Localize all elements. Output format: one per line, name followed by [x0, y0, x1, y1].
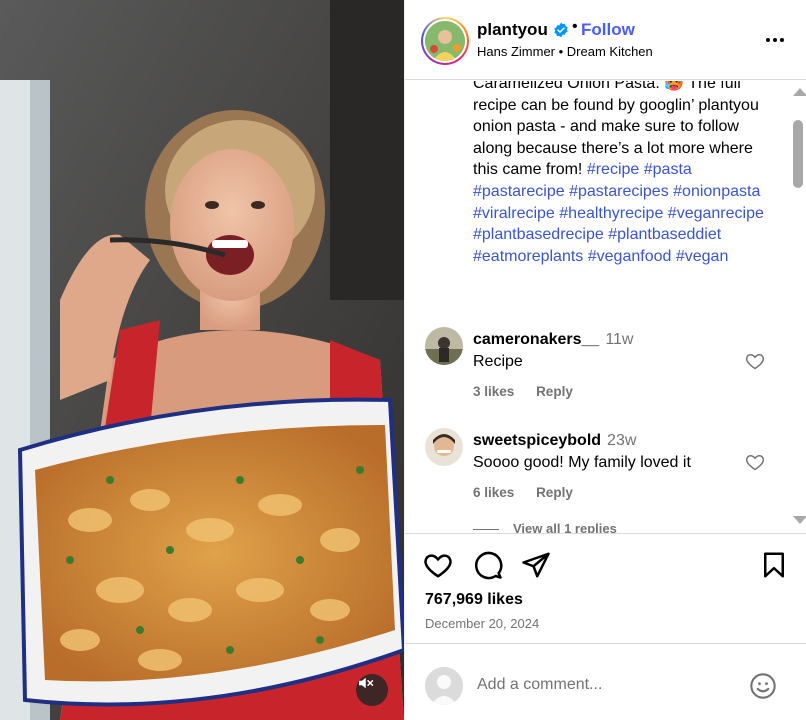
author-username[interactable]: plantyou	[477, 20, 548, 40]
verified-badge-icon	[553, 22, 569, 43]
hashtag-link[interactable]: #plantbaseddiet	[608, 226, 721, 243]
hashtag-link[interactable]: #healthyrecipe	[559, 205, 663, 222]
comment-timestamp: 23w	[607, 432, 637, 449]
comment-meta: 6 likes Reply	[473, 485, 591, 500]
mute-toggle-button[interactable]	[356, 674, 388, 706]
hashtag-link[interactable]: #plantbasedrecipe	[473, 226, 604, 243]
video-frame-illustration	[0, 0, 404, 720]
like-comment-heart-icon[interactable]	[745, 452, 767, 474]
commenter-username[interactable]: cameronakers__ 11w	[473, 331, 633, 349]
post-caption: Caramelized Onion Pasta. 🥵 The full reci…	[473, 81, 773, 267]
scrollbar-thumb[interactable]	[793, 120, 803, 188]
hashtag-link[interactable]: #pasta	[644, 161, 692, 178]
muted-speaker-icon	[359, 677, 374, 689]
comment-reply-button[interactable]: Reply	[536, 485, 573, 500]
emoji-picker-icon[interactable]	[749, 672, 777, 700]
add-comment-input[interactable]	[477, 676, 727, 694]
add-comment-bar	[405, 643, 806, 720]
post-media-video[interactable]	[0, 0, 404, 720]
comments-scroll-area[interactable]: Caramelized Onion Pasta. 🥵 The full reci…	[405, 81, 806, 533]
header-separator: •	[572, 18, 578, 35]
comment-likes-count[interactable]: 3 likes	[473, 384, 514, 399]
like-heart-icon[interactable]	[423, 550, 453, 580]
follow-button[interactable]: Follow	[581, 20, 635, 40]
comment-text: Recipe	[473, 353, 523, 370]
hashtag-link[interactable]: #eatmoreplants	[473, 248, 583, 265]
post-actions-bar: 767,969 likes December 20, 2024	[405, 533, 806, 643]
save-bookmark-icon[interactable]	[759, 550, 789, 580]
comment-likes-count[interactable]: 6 likes	[473, 485, 514, 500]
post-likes-count[interactable]: 767,969 likes	[425, 591, 523, 609]
hashtag-link[interactable]: #onionpasta	[673, 183, 760, 200]
hashtag-link[interactable]: #recipe	[587, 161, 639, 178]
share-send-icon[interactable]	[521, 550, 551, 580]
hashtag-link[interactable]: #veganrecipe	[668, 205, 764, 222]
view-replies-link[interactable]: View all 1 replies	[473, 521, 617, 533]
comment-timestamp: 11w	[605, 331, 634, 348]
commenter-avatar[interactable]	[425, 327, 463, 365]
comment-bubble-icon[interactable]	[473, 550, 503, 580]
commenter-username[interactable]: sweetspiceybold 23w	[473, 432, 636, 450]
comment-text: Soooo good! My family loved it	[473, 454, 691, 471]
more-options-icon[interactable]	[763, 28, 787, 52]
author-avatar[interactable]	[421, 17, 469, 65]
hashtag-link[interactable]: #viralrecipe	[473, 205, 555, 222]
post-side-panel: plantyou • Follow Hans Zimmer • Dream Ki…	[404, 0, 806, 720]
audio-track-link[interactable]: Hans Zimmer • Dream Kitchen	[477, 44, 653, 59]
hashtag-link[interactable]: #veganfood	[588, 248, 672, 265]
hashtag-link[interactable]: #pastarecipe	[473, 183, 565, 200]
commenter-avatar[interactable]	[425, 428, 463, 466]
post-date: December 20, 2024	[425, 616, 540, 631]
post-header: plantyou • Follow Hans Zimmer • Dream Ki…	[405, 0, 806, 80]
current-user-avatar	[425, 667, 463, 705]
author-avatar-image	[425, 21, 465, 61]
comments-scrollbar[interactable]	[789, 86, 806, 528]
like-comment-heart-icon[interactable]	[745, 351, 767, 373]
hashtag-link[interactable]: #pastarecipes	[569, 183, 669, 200]
hashtag-link[interactable]: #vegan	[676, 248, 729, 265]
scroll-down-arrow-icon[interactable]	[793, 516, 806, 524]
comment-reply-button[interactable]: Reply	[536, 384, 573, 399]
comment-meta: 3 likes Reply	[473, 384, 591, 399]
scroll-up-arrow-icon[interactable]	[793, 88, 806, 96]
